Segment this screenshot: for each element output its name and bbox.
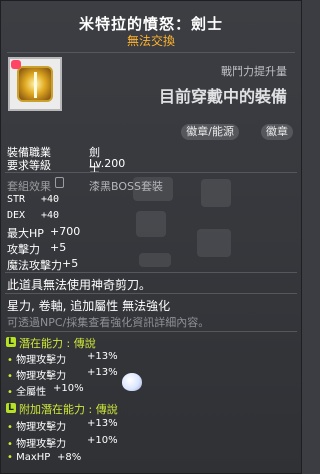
item-icon-frame[interactable]	[8, 57, 62, 111]
bullet-icon: •	[7, 387, 13, 398]
glove-cursor-icon	[122, 373, 142, 391]
ghost-equip-icon	[201, 179, 231, 207]
stat-name: 魔法攻擊力	[7, 259, 62, 272]
level-value: Lv.200	[89, 157, 126, 170]
stat-value: +40	[41, 210, 60, 221]
potential-stat-name: 物理攻擊力	[16, 371, 67, 382]
ghost-equip-icon	[136, 211, 166, 237]
currently-equipped-title: 目前穿戴中的裝備	[158, 87, 287, 106]
stat-value: +40	[41, 194, 60, 205]
stat-row: STR +40	[7, 194, 59, 205]
stat-name: STR	[7, 194, 26, 205]
legendary-tier-icon: L	[6, 403, 16, 413]
bullet-icon: •	[7, 355, 13, 366]
potential-title: 潛在能力 : 傳說	[19, 337, 96, 350]
potential-stat-value: +13%	[87, 367, 118, 378]
bullet-icon: •	[7, 452, 13, 463]
enhance-notice: 星力, 卷軸, 追加屬性 無法強化	[7, 299, 171, 313]
emblem-icon	[17, 66, 53, 102]
additional-potential-line: • MaxHP +8%	[7, 452, 81, 463]
ghost-equip-icon	[139, 253, 171, 267]
additional-potential-title: 附加潛在能力 : 傳說	[19, 403, 118, 416]
untradable-label: 無法交換	[126, 34, 175, 48]
potential-stat-value: +10%	[87, 435, 118, 446]
level-row: 要求等級 Lv.200	[7, 157, 125, 173]
stat-name: 最大HP	[7, 227, 44, 240]
sword-icon	[34, 72, 37, 98]
stat-value: +700	[50, 225, 81, 238]
divider	[5, 331, 297, 332]
stat-row: 最大HP +700	[7, 225, 80, 241]
potential-stat-value: +13%	[87, 351, 118, 362]
set-effect-label: 套組效果	[7, 180, 51, 193]
potential-stat-name: 物理攻擊力	[16, 355, 67, 366]
badge-emblem[interactable]: 徽章	[261, 124, 293, 140]
npc-hint: 可透過NPC/採集查看強化資訊詳細內容。	[7, 316, 210, 329]
divider	[7, 52, 295, 53]
potential-stat-name: MaxHP	[16, 452, 51, 463]
bullet-icon: •	[7, 371, 13, 382]
bullet-icon: •	[7, 439, 13, 450]
item-tooltip: 米特拉的憤怒：劍士 無法交換 戰鬥力提升量 目前穿戴中的裝備 徽章/能源 徽章 …	[0, 0, 302, 474]
potential-line: • 物理攻擊力 +13%	[7, 367, 118, 382]
legendary-tier-icon: L	[6, 337, 16, 347]
stat-name: DEX	[7, 210, 26, 221]
divider	[5, 272, 297, 273]
stat-row: DEX +40	[7, 210, 59, 221]
gem-icon	[11, 60, 21, 69]
stat-value: +5	[62, 257, 79, 270]
additional-potential-line: • 物理攻擊力 +10%	[7, 435, 118, 450]
potential-line: • 物理攻擊力 +13%	[7, 351, 118, 366]
potential-stat-name: 全屬性	[16, 387, 47, 398]
potential-stat-value: +10%	[53, 383, 84, 394]
scissors-notice: 此道具無法使用神奇剪刀。	[7, 278, 152, 292]
stat-row: 魔法攻擊力 +5	[7, 257, 78, 273]
set-name: 漆黑BOSS套裝	[89, 180, 163, 193]
additional-potential-line: • 物理攻擊力 +13%	[7, 418, 118, 433]
lock-icon	[55, 177, 64, 188]
stat-name: 攻擊力	[7, 243, 40, 256]
potential-stat-name: 物理攻擊力	[16, 422, 67, 433]
badge-emblem-energy[interactable]: 徽章/能源	[181, 124, 239, 140]
item-title: 米特拉的憤怒：劍士	[78, 15, 223, 33]
ghost-equip-icon	[197, 229, 231, 257]
stat-row: 攻擊力 +5	[7, 241, 66, 257]
divider	[5, 172, 297, 173]
potential-stat-value: +13%	[87, 418, 118, 429]
divider	[5, 293, 297, 294]
potential-stat-name: 物理攻擊力	[16, 439, 67, 450]
potential-stat-value: +8%	[57, 452, 82, 463]
level-label: 要求等級	[7, 159, 51, 172]
bullet-icon: •	[7, 422, 13, 433]
potential-line: • 全屬性 +10%	[7, 383, 84, 398]
stat-value: +5	[50, 241, 67, 254]
power-increase-caption: 戰鬥力提升量	[221, 65, 287, 78]
